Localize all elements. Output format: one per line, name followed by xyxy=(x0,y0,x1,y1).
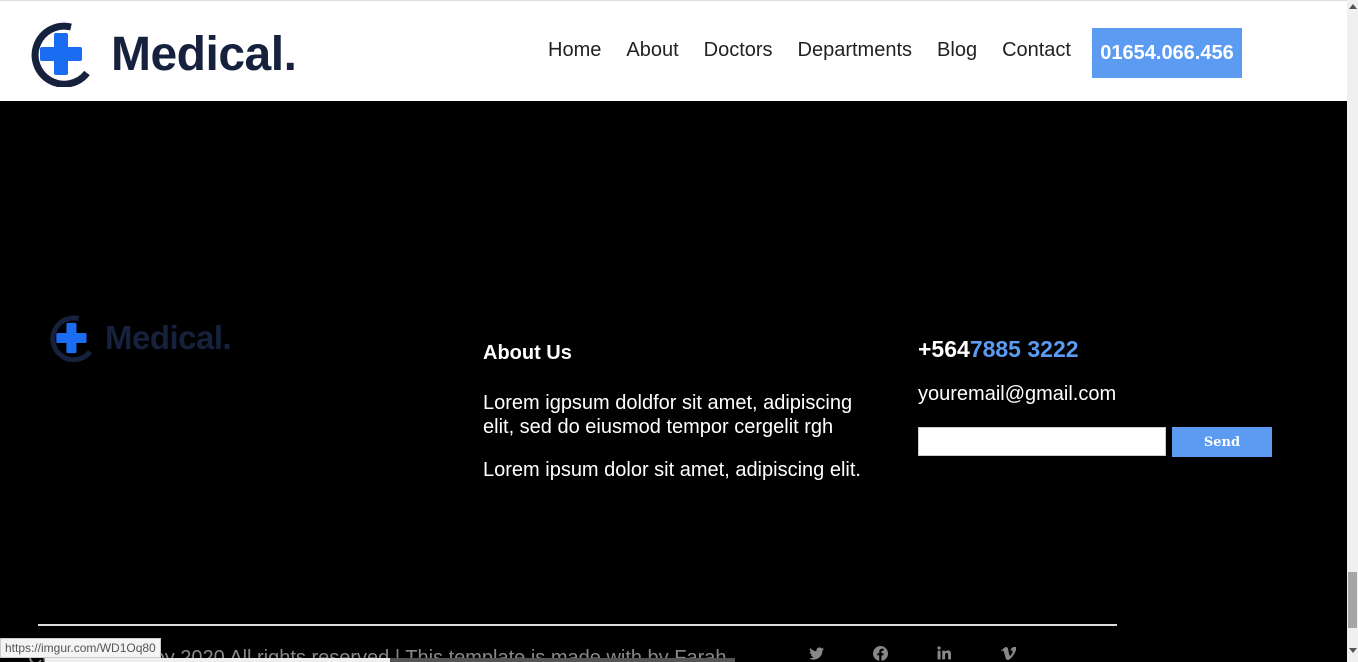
medical-cross-icon xyxy=(27,21,91,88)
nav-about[interactable]: About xyxy=(626,39,678,62)
about-title: About Us xyxy=(483,342,572,364)
scrollbar-thumb[interactable] xyxy=(1348,572,1357,628)
footer-email: youremail@gmail.com xyxy=(918,383,1117,405)
newsletter-form: Send xyxy=(918,427,1272,457)
footer-divider xyxy=(38,624,1117,626)
nav-blog[interactable]: Blog xyxy=(937,39,977,62)
linkedin-icon[interactable] xyxy=(936,645,952,661)
contact-section: +5647885 3222 youremail@gmail.com xyxy=(918,336,1116,406)
site-header: Medical. Home About Doctors Departments … xyxy=(0,0,1347,101)
nav-contact[interactable]: Contact xyxy=(1002,39,1071,62)
about-paragraph-1: Lorem igpsum doldfor sit amet, adipiscin… xyxy=(483,392,853,438)
footer-logo[interactable]: Medical. xyxy=(47,314,232,363)
about-paragraph-2: Lorem ipsum dolor sit amet, adipiscing e… xyxy=(483,459,861,481)
nav-doctors[interactable]: Doctors xyxy=(704,39,773,62)
scroll-up-arrow-icon[interactable] xyxy=(1349,4,1357,9)
footer-phone: +5647885 3222 xyxy=(918,336,1079,362)
horizontal-scroll-thumb[interactable] xyxy=(45,658,390,662)
nav-home[interactable]: Home xyxy=(548,39,601,62)
newsletter-input[interactable] xyxy=(918,427,1166,456)
social-links xyxy=(808,645,1064,661)
scroll-down-arrow-icon[interactable] xyxy=(1349,648,1357,653)
status-bar-url: https://imgur.com/WD1Oq80 xyxy=(0,638,161,658)
nav-departments[interactable]: Departments xyxy=(798,39,913,62)
page: Medical. Home About Doctors Departments … xyxy=(0,0,1358,662)
header-logo[interactable]: Medical. xyxy=(27,21,297,88)
main-nav: Home About Doctors Departments Blog Cont… xyxy=(548,39,1096,62)
twitter-icon[interactable] xyxy=(808,645,824,661)
vimeo-icon[interactable] xyxy=(1000,645,1016,661)
facebook-icon[interactable] xyxy=(872,645,888,661)
phone-button[interactable]: 01654.066.456 xyxy=(1092,28,1242,78)
vertical-scrollbar[interactable] xyxy=(1347,0,1358,662)
medical-cross-icon xyxy=(47,314,93,363)
about-section: About Us Lorem igpsum doldfor sit amet, … xyxy=(483,342,883,501)
footer-logo-text: Medical. xyxy=(105,319,232,356)
send-button[interactable]: Send xyxy=(1172,427,1272,457)
logo-text: Medical. xyxy=(111,27,297,81)
